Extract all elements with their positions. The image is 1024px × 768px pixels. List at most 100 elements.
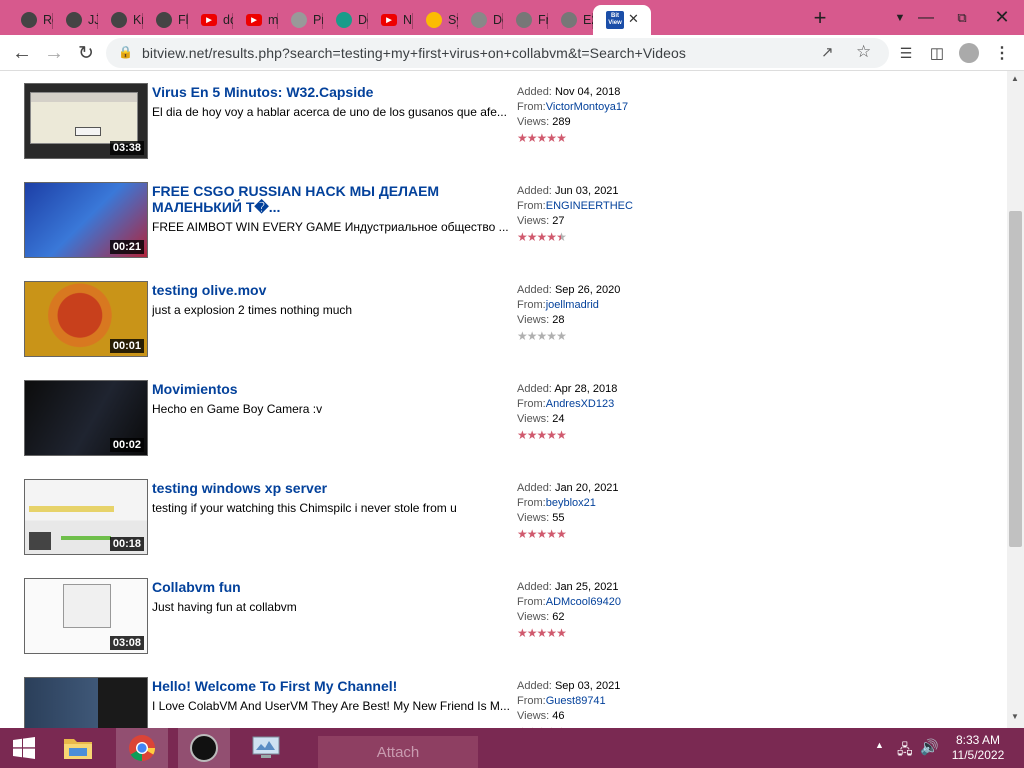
reload-icon[interactable]: ↻: [70, 37, 102, 69]
address-bar[interactable]: 🔒 bitview.net/results.php?search=testing…: [106, 38, 889, 68]
uploader-link[interactable]: AndresXD123: [546, 398, 615, 410]
added-row: Added: Jan 25, 2021: [517, 580, 637, 595]
network-icon[interactable]: 🖧: [897, 739, 913, 763]
share-icon[interactable]: ↗: [821, 43, 834, 61]
uploader-link[interactable]: beyblox21: [546, 497, 596, 509]
views-row: Views: 28: [517, 313, 637, 328]
from-row: From:ENGINEERTHEC: [517, 199, 637, 214]
browser-tab[interactable]: ▶do: [188, 5, 233, 35]
forward-arrow-icon[interactable]: →: [38, 37, 70, 69]
chrome-taskbar-icon[interactable]: [116, 728, 168, 768]
browser-tab[interactable]: Ro: [8, 5, 53, 35]
restore-button[interactable]: ⧉: [946, 0, 978, 35]
from-label: From:: [517, 695, 546, 707]
video-duration: 03:38: [109, 141, 144, 155]
browser-tab[interactable]: Km: [98, 5, 143, 35]
video-meta: Added: Sep 26, 2020 From:joellmadrid Views…: [517, 283, 637, 344]
side-panel-icon[interactable]: ◫: [921, 37, 953, 69]
browser-tab[interactable]: Flu: [143, 5, 188, 35]
star-icon: ★: [536, 329, 548, 343]
star-icon: ★: [556, 131, 567, 145]
back-arrow-icon[interactable]: ←: [6, 37, 38, 69]
result-item: 00:01 testing olive.mov just a explosion 2…: [24, 269, 644, 357]
browser-tab[interactable]: Bit View ✕: [593, 5, 651, 35]
browser-tab[interactable]: Fre: [503, 5, 548, 35]
tray-chevron-icon[interactable]: ▲: [875, 740, 884, 750]
star-icon: ★: [517, 131, 528, 145]
browser-tab[interactable]: ▶ma: [233, 5, 278, 35]
thumbnail-dark-panel: [29, 532, 51, 550]
video-thumbnail[interactable]: 03:08: [24, 578, 148, 654]
video-title-link[interactable]: Collabvm fun: [152, 579, 492, 595]
browser-tab[interactable]: E2: [548, 5, 593, 35]
video-title-link[interactable]: testing olive.mov: [152, 282, 492, 298]
monitor-app-taskbar-icon[interactable]: [240, 728, 292, 768]
wind-icon: [156, 12, 172, 28]
rating-stars: ★★★★★: [517, 328, 637, 344]
minimize-button[interactable]: —: [906, 0, 946, 35]
menu-dots-icon[interactable]: ⋮: [986, 37, 1018, 69]
star-icon: ★: [526, 527, 538, 541]
wp-icon: [516, 12, 532, 28]
video-title-link[interactable]: Movimientos: [152, 381, 492, 397]
added-label: Added:: [517, 383, 552, 395]
lock-icon[interactable]: 🔒: [118, 45, 133, 59]
media-control-icon[interactable]: ☰: [890, 37, 922, 69]
star-icon: ★: [526, 230, 538, 244]
uploader-link[interactable]: joellmadrid: [546, 299, 599, 311]
attach-button[interactable]: Attach: [318, 736, 478, 768]
uploader-link[interactable]: ADMcool69420: [546, 596, 621, 608]
taskbar-clock[interactable]: 8:33 AM 11/5/2022: [943, 733, 1013, 763]
browser-tab[interactable]: Do: [323, 5, 368, 35]
browser-tab[interactable]: JJS: [53, 5, 98, 35]
scrollbar-thumb[interactable]: [1009, 211, 1022, 547]
new-tab-button[interactable]: +: [806, 0, 834, 35]
video-title-link[interactable]: Hello! Welcome To First My Channel!: [152, 678, 492, 694]
file-explorer-folder-icon[interactable]: [52, 728, 104, 768]
profile-avatar-icon[interactable]: [953, 37, 985, 69]
wind-icon: [21, 12, 37, 28]
result-item: Hello! Welcome To First My Channel! I Lov…: [24, 665, 644, 728]
views-label: Views:: [517, 215, 550, 227]
added-date: Apr 28, 2018: [554, 383, 618, 395]
browser-tab[interactable]: Do: [458, 5, 503, 35]
wind-app-taskbar-icon[interactable]: [178, 728, 230, 768]
browser-tab[interactable]: ▶NE: [368, 5, 413, 35]
star-icon: ★: [546, 527, 557, 541]
star-icon: ★: [526, 131, 538, 145]
uploader-link[interactable]: VictorMontoya17: [546, 101, 628, 113]
youtube-icon: ▶: [201, 14, 217, 26]
video-meta: Added: Nov 04, 2018 From:VictorMontoya17 V…: [517, 85, 637, 146]
from-label: From:: [517, 299, 546, 311]
scroll-down-arrow-icon[interactable]: ▼: [1011, 712, 1019, 721]
browser-tab[interactable]: Sy: [413, 5, 458, 35]
from-label: From:: [517, 101, 546, 113]
added-label: Added:: [517, 284, 552, 296]
browser-tab[interactable]: Pri: [278, 5, 323, 35]
video-thumbnail[interactable]: 00:02: [24, 380, 148, 456]
added-row: Added: Sep 03, 2021: [517, 679, 637, 694]
video-thumbnail[interactable]: 00:18: [24, 479, 148, 555]
uploader-link[interactable]: Guest89741: [546, 695, 606, 707]
start-button-windows-icon[interactable]: [0, 728, 48, 768]
video-thumbnail[interactable]: [24, 677, 148, 728]
video-title-link[interactable]: FREE CSGO RUSSIAN HACK МЫ ДЕЛАЕМ МАЛЕНЬК…: [152, 183, 492, 215]
address-url: bitview.net/results.php?search=testing+m…: [142, 45, 687, 61]
added-label: Added:: [517, 581, 552, 593]
bookmark-star-icon[interactable]: ☆: [856, 42, 871, 62]
scroll-up-arrow-icon[interactable]: ▲: [1011, 74, 1019, 83]
uploader-link[interactable]: ENGINEERTHEC: [546, 200, 633, 212]
video-thumbnail[interactable]: 00:01: [24, 281, 148, 357]
doc-icon: [291, 12, 307, 28]
video-meta: Added: Jan 20, 2021 From:beyblox21 Views: …: [517, 481, 637, 542]
video-title-link[interactable]: testing windows xp server: [152, 480, 492, 496]
video-title-link[interactable]: Virus En 5 Minutos: W32.Capside: [152, 84, 492, 100]
video-duration: 00:01: [109, 339, 144, 353]
close-tab-icon[interactable]: ✕: [628, 11, 639, 27]
page-scrollbar[interactable]: ▲ ▼: [1007, 71, 1024, 728]
star-icon: ★: [546, 329, 557, 343]
video-thumbnail[interactable]: 03:38: [24, 83, 148, 159]
video-thumbnail[interactable]: 00:21: [24, 182, 148, 258]
close-window-button[interactable]: ✕: [980, 0, 1024, 35]
volume-icon[interactable]: 🔊: [920, 738, 939, 756]
